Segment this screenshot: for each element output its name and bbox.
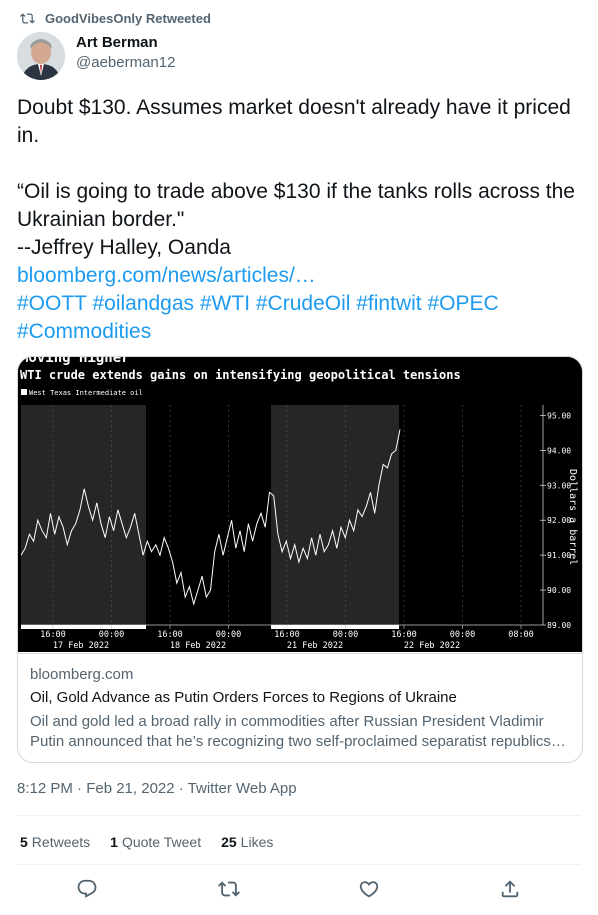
chart-x-tick-label: 16:00 [274, 630, 300, 640]
retweet-banner-text: GoodVibesOnly Retweeted [45, 10, 211, 26]
tweet-text: Doubt $130. Assumes market doesn't alrea… [17, 94, 577, 346]
tweet-line: Doubt $130. Assumes market doesn't alrea… [17, 96, 577, 147]
card-description: Oil and gold led a broad rally in commod… [30, 713, 566, 750]
reply-button[interactable] [76, 878, 98, 900]
card-title: Oil, Gold Advance as Putin Orders Forces… [30, 689, 457, 706]
tweet-attribution: --Jeffrey Halley, Oanda [17, 236, 231, 259]
chart-x-tick-label: 16:00 [40, 630, 66, 640]
share-icon [501, 880, 519, 898]
chart-x-date-label: 22 Feb 2022 [404, 641, 460, 651]
divider [17, 815, 581, 816]
retweets-stat[interactable]: 5 Retweets [20, 834, 90, 850]
link-card[interactable]: Moving Higher WTI crude extends gains on… [17, 356, 583, 763]
article-link[interactable]: bloomberg.com/news/articles/… [17, 264, 316, 287]
like-button[interactable] [358, 878, 380, 900]
tweet-timestamp[interactable]: 8:12 PM · Feb 21, 2022 · Twitter Web App [17, 780, 297, 797]
retweet-button[interactable] [218, 878, 240, 900]
action-bar [0, 878, 598, 904]
card-domain: bloomberg.com [30, 666, 134, 683]
chart-subtitle: WTI crude extends gains on intensifying … [20, 368, 461, 382]
chart-shade-band [21, 405, 146, 625]
chart-x-date-label: 17 Feb 2022 [53, 641, 109, 651]
avatar[interactable] [17, 32, 65, 80]
tweet-quote: “Oil is going to trade above $130 if the… [17, 180, 581, 231]
chart-session-bar [21, 625, 146, 629]
author-name[interactable]: Art Berman [76, 34, 158, 51]
chart-y-tick-label: 89.00 [547, 621, 571, 630]
chart-session-bar [271, 625, 399, 629]
chart-y-tick-label: 90.00 [547, 586, 571, 595]
engagement-stats: 5 Retweets 1 Quote Tweet 25 Likes [20, 834, 273, 850]
retweet-banner[interactable]: GoodVibesOnly Retweeted [20, 9, 211, 27]
chart-y-tick-label: 94.00 [547, 446, 571, 455]
chart-x-tick-label: 16:00 [391, 630, 417, 640]
share-button[interactable] [499, 878, 521, 900]
chart-x-date-label: 18 Feb 2022 [170, 641, 226, 651]
chart-x-tick-label: 00:00 [99, 630, 125, 640]
chart-legend: West Texas Intermediate oil [29, 389, 143, 397]
retweet-icon [218, 881, 240, 897]
hashtags[interactable]: #OOTT #oilandgas #WTI #CrudeOil #fintwit… [17, 292, 504, 343]
likes-stat[interactable]: 25 Likes [221, 834, 273, 850]
like-icon [359, 881, 379, 898]
chart-x-tick-label: 16:00 [157, 630, 183, 640]
chart-image: Moving Higher WTI crude extends gains on… [18, 357, 582, 652]
chart-x-tick-label: 00:00 [333, 630, 359, 640]
author-handle[interactable]: @aeberman12 [76, 54, 175, 71]
chart-title: Moving Higher [20, 357, 130, 366]
chart-x-tick-label: 00:00 [216, 630, 242, 640]
chart-y-tick-label: 95.00 [547, 411, 571, 420]
retweet-icon [20, 12, 35, 24]
chart-x-tick-label: 00:00 [450, 630, 476, 640]
reply-icon [77, 879, 97, 898]
quotes-stat[interactable]: 1 Quote Tweet [110, 834, 201, 850]
card-meta[interactable]: bloomberg.com Oil, Gold Advance as Putin… [18, 653, 582, 762]
chart-shade-band [271, 405, 399, 625]
chart-x-tick-label: 08:00 [508, 630, 534, 640]
divider [17, 864, 581, 865]
chart-ylabel: Dollars a barrel [567, 469, 578, 565]
chart-x-date-label: 21 Feb 2022 [287, 641, 343, 651]
